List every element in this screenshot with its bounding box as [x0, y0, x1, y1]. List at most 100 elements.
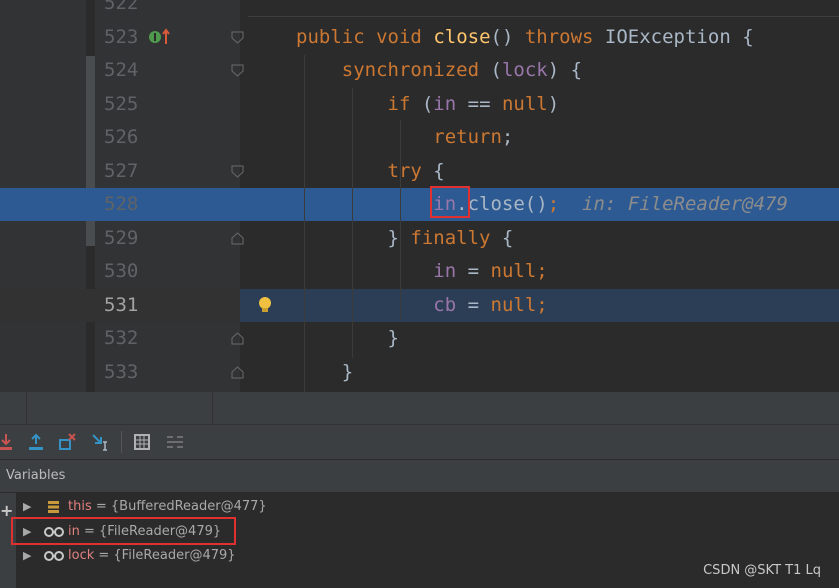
fold-start-icon[interactable]: [231, 64, 244, 77]
code-token: try: [387, 159, 422, 182]
line-number[interactable]: 528: [95, 188, 156, 221]
variables-title: Variables: [6, 468, 66, 483]
evaluate-expression-icon[interactable]: [132, 432, 152, 452]
lightbulb-icon[interactable]: [257, 296, 273, 314]
inline-debug-value: in: FileReader@479: [582, 193, 788, 215]
code-token: close: [433, 25, 491, 48]
code-token: ==: [456, 92, 502, 115]
debug-tab-slot[interactable]: [27, 392, 213, 424]
debug-tab-bar: [0, 392, 839, 425]
fold-end-icon[interactable]: [231, 332, 244, 345]
code-token: void: [376, 25, 422, 48]
fold-end-icon[interactable]: [231, 365, 244, 379]
code-token: (: [410, 92, 434, 115]
code-line[interactable]: 522: [0, 0, 839, 20]
code-text: if (in == null): [296, 88, 560, 121]
code-line[interactable]: 526 return;: [0, 121, 839, 154]
variable-value: = {BufferedReader@477}: [91, 499, 267, 514]
step-into-icon[interactable]: [0, 432, 18, 452]
code-token: ;: [547, 193, 560, 215]
code-token: public: [296, 25, 365, 48]
line-number[interactable]: 525: [95, 88, 156, 121]
code-line[interactable]: 532 }: [0, 322, 839, 355]
code-token: ) {: [547, 59, 583, 81]
code-token: {: [490, 226, 514, 249]
code-line[interactable]: 525 if (in == null): [0, 88, 839, 121]
line-number[interactable]: 530: [95, 255, 156, 288]
in-field-highlight-box: [430, 186, 470, 218]
code-token: finally: [410, 226, 491, 249]
code-token: }: [296, 327, 399, 349]
run-to-cursor-icon[interactable]: [91, 432, 111, 452]
drop-frame-icon[interactable]: [58, 432, 78, 452]
code-token: }: [296, 226, 411, 249]
fold-start-icon[interactable]: [231, 31, 244, 44]
code-text: in = null;: [296, 255, 548, 288]
line-number[interactable]: 523: [95, 21, 156, 54]
line-number[interactable]: 526: [95, 121, 156, 154]
line-number[interactable]: 527: [95, 155, 156, 188]
trace-stream-icon[interactable]: [165, 432, 185, 452]
code-token: {: [421, 159, 445, 182]
code-token: ;: [536, 260, 548, 282]
expand-arrow-icon[interactable]: ▶: [23, 544, 31, 568]
code-token: =: [456, 293, 491, 316]
implements-override-icon[interactable]: [148, 27, 172, 47]
code-line[interactable]: 528 in.close(); in: FileReader@479: [0, 188, 839, 221]
code-text: in.close(); in: FileReader@479: [296, 188, 788, 221]
code-token: in: [433, 260, 457, 282]
debug-toolbar: [0, 425, 839, 460]
code-token: null: [490, 293, 537, 316]
code-line[interactable]: 531 cb = null;: [0, 288, 839, 322]
code-token: synchronized: [341, 59, 480, 81]
line-number[interactable]: 522: [95, 0, 156, 20]
code-text: public void close() throws IOException {: [296, 21, 754, 54]
code-line[interactable]: 524 synchronized (lock) {: [0, 54, 839, 87]
fold-end-icon[interactable]: [231, 231, 244, 245]
line-number[interactable]: 524: [95, 54, 156, 87]
code-token: IOException {: [593, 25, 754, 48]
code-token: cb: [433, 293, 457, 316]
line-number[interactable]: 532: [95, 322, 156, 355]
code-token: throws: [524, 25, 594, 48]
code-text: cb = null;: [296, 289, 547, 322]
watch-icon: [44, 551, 64, 561]
code-text: synchronized (lock) {: [296, 54, 582, 87]
code-token: null: [490, 260, 537, 282]
in-variable-highlight-box: [11, 517, 236, 545]
code-token: null: [501, 92, 548, 115]
line-number[interactable]: 533: [95, 356, 156, 389]
code-line[interactable]: 523 public void close() throws IOExceptio…: [0, 21, 839, 54]
variable-row[interactable]: ▶ this = {BufferedReader@477}: [18, 495, 818, 519]
code-token: lock: [501, 59, 548, 81]
line-number[interactable]: 529: [95, 222, 156, 255]
debug-tab-slot[interactable]: [0, 392, 27, 424]
code-text: } finally {: [296, 222, 514, 255]
expand-arrow-icon[interactable]: ▶: [23, 495, 31, 519]
code-line[interactable]: 530 in = null;: [0, 255, 839, 288]
indent-guide: [304, 55, 305, 392]
watermark: CSDN @SKT T1 Lq: [703, 563, 821, 578]
code-line[interactable]: 529 } finally {: [0, 222, 839, 255]
variable-row[interactable]: ▶ lock = {FileReader@479}: [18, 544, 818, 568]
line-number[interactable]: 531: [95, 289, 156, 322]
code-line[interactable]: 527 try {: [0, 155, 839, 188]
fold-start-icon[interactable]: [231, 165, 244, 178]
code-line[interactable]: 533 }: [0, 356, 839, 389]
code-token: (: [479, 59, 502, 81]
code-token: ;: [501, 126, 514, 148]
code-token: =: [456, 260, 491, 282]
code-editor[interactable]: 522 523 public void close() throws IOExcep…: [0, 0, 839, 392]
step-out-icon[interactable]: [26, 432, 46, 452]
indent-guide: [352, 88, 353, 358]
code-text: return;: [296, 121, 513, 154]
variable-value: = {FileReader@479}: [94, 548, 236, 563]
